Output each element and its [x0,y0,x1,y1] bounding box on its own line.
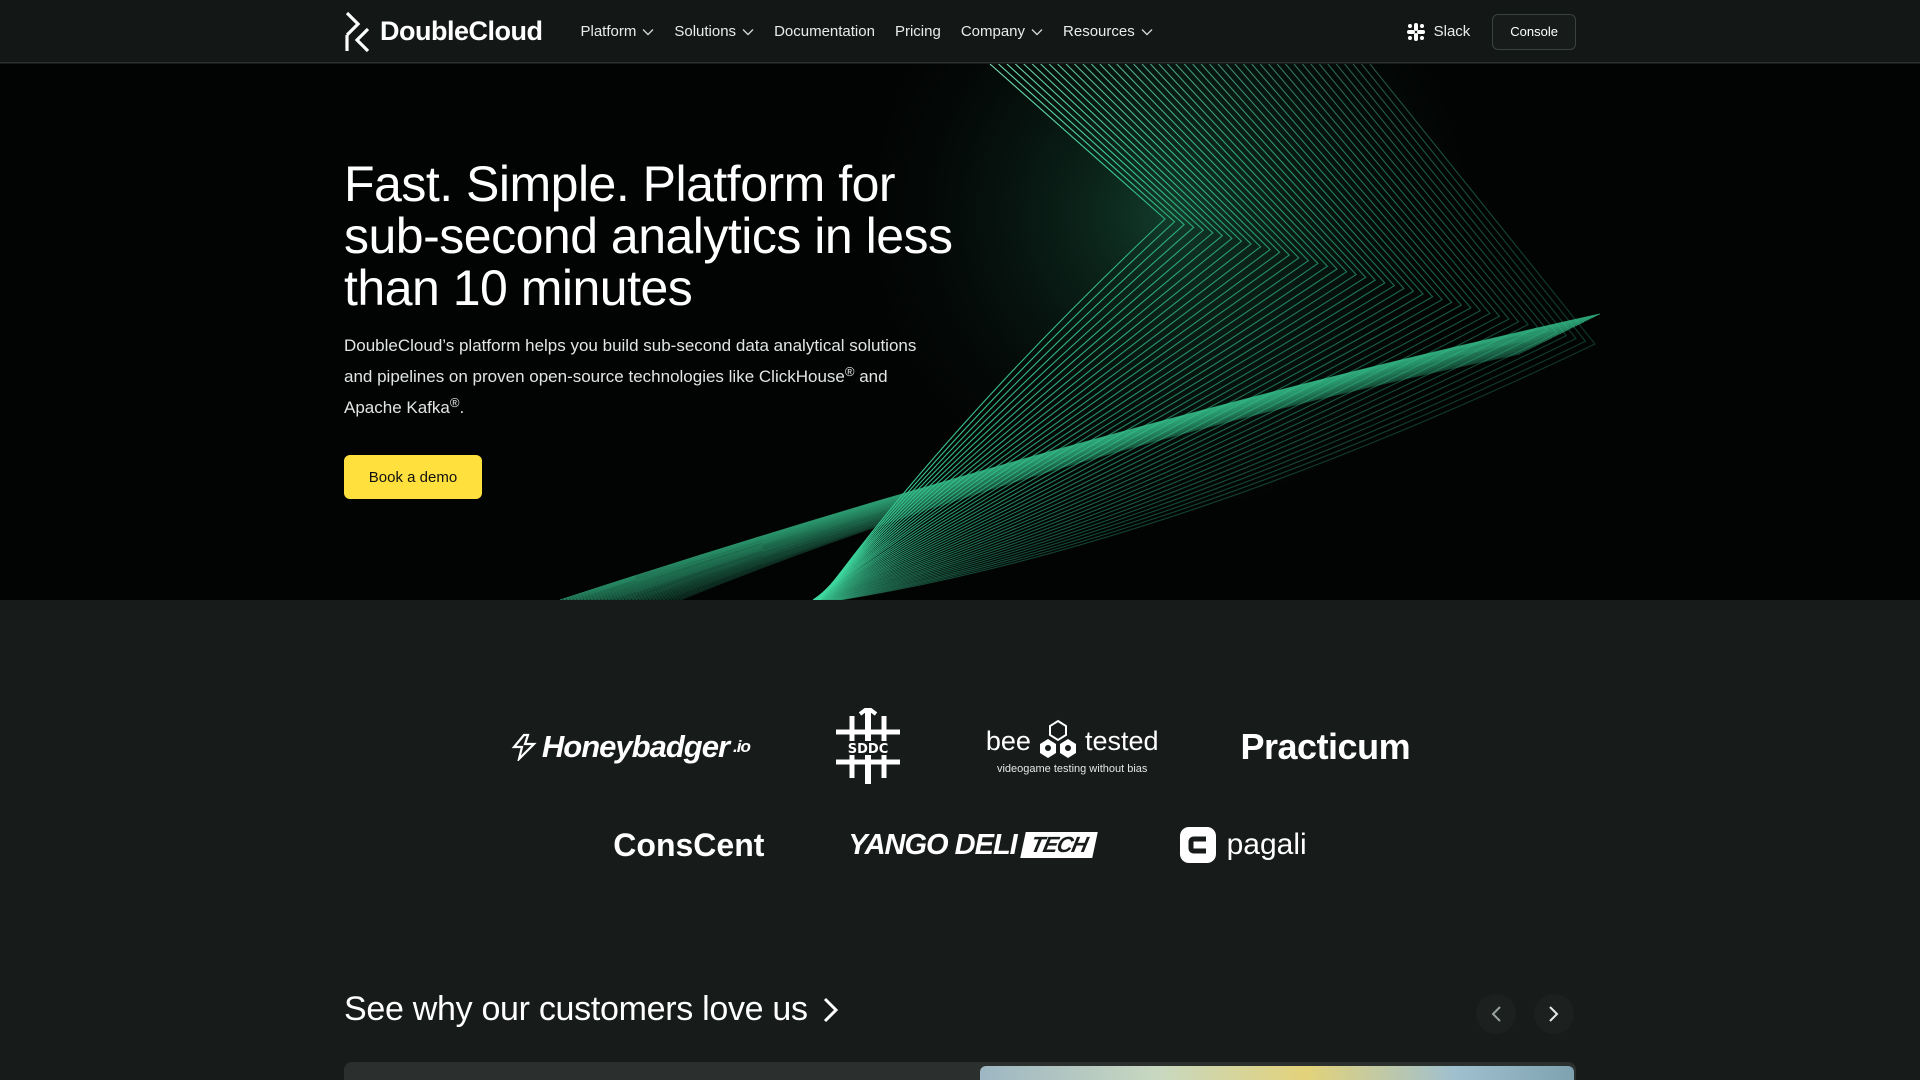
console-button[interactable]: Console [1492,13,1576,50]
nav-item-solutions[interactable]: Solutions [674,23,754,40]
honeybadger-name: Honeybadger [541,729,730,764]
client-logo-practicum: Practicum [1241,726,1411,768]
slack-link[interactable]: Slack [1406,22,1471,42]
hero-desc-part1: DoubleCloud’s platform helps you build s… [344,336,917,386]
customers-title: See why our customers love us [344,990,808,1028]
chevron-right-icon [1549,1006,1559,1022]
chevron-right-icon [823,997,838,1022]
nav-item-documentation[interactable]: Documentation [774,23,875,40]
hero-section: Fast. Simple. Platform for sub-second an… [0,64,1920,600]
client-logos-section: Honeybadger .io SDDC bee tested videogam… [0,600,1920,940]
client-logo-sddc: SDDC [832,708,904,786]
chevron-down-icon [1141,28,1153,35]
sddc-emblem-icon: SDDC [835,708,900,784]
nav-item-company[interactable]: Company [961,23,1043,40]
carousel-next-button[interactable] [1534,994,1574,1034]
conscent-name: ConsCent [613,826,765,863]
beetested-right: tested [1084,725,1159,756]
pagali-logo-icon [1179,827,1216,863]
slack-icon [1406,22,1425,41]
client-logo-beetested: bee tested videogame testing without bia… [986,719,1159,775]
chevron-left-icon [1491,1006,1501,1022]
nav-item-label: Company [960,23,1026,40]
client-logo-pagali: pagali [1179,826,1307,864]
nav-item-label: Resources [1063,23,1135,40]
hero-desc-end: . [459,398,465,417]
testimonial-card[interactable] [344,1062,1576,1080]
client-logo-yango-deli-tech: YANGO DELI TECH [848,828,1098,862]
hero-description: DoubleCloud’s platform helps you build s… [344,330,934,423]
book-demo-button[interactable]: Book a demo [344,455,482,499]
nav-item-platform[interactable]: Platform [580,23,654,40]
beetested-tagline: videogame testing without bias [996,763,1148,775]
main-menu: Platform Solutions Documentation Pricing… [580,23,1153,40]
chevron-down-icon [642,28,654,35]
registered-mark: ® [449,395,460,410]
honeybadger-suffix: .io [733,737,751,756]
nav-item-label: Solutions [674,23,737,40]
nav-item-label: Platform [580,23,637,40]
honeybadger-bolt-icon [511,733,537,761]
brand-name: DoubleCloud [380,16,543,46]
nav-item-resources[interactable]: Resources [1063,23,1153,40]
client-logo-honeybadger: Honeybadger .io [510,729,751,765]
client-logo-conscent: ConsCent [613,827,764,864]
carousel-prev-button[interactable] [1476,994,1516,1034]
brand-logo[interactable]: DoubleCloud [344,11,543,52]
doublecloud-logo-icon [345,11,370,52]
nav-item-label: Documentation [774,23,875,40]
testimonial-image [980,1066,1574,1080]
slack-label: Slack [1433,23,1471,40]
beetested-left: bee [985,725,1031,756]
chevron-down-icon [1031,28,1043,35]
hexagon-cluster-icon [1039,719,1076,758]
yango-name: YANGO DELI [848,828,1017,861]
pagali-name: pagali [1226,828,1307,861]
nav-item-label: Pricing [894,23,941,40]
hero-title: Fast. Simple. Platform for sub-second an… [344,156,953,316]
yango-tech-badge: TECH [1019,832,1098,858]
top-navbar: DoubleCloud Platform Solutions Documenta… [0,0,1920,63]
practicum-name: Practicum [1240,726,1411,767]
customers-heading-link[interactable]: See why our customers love us [344,990,840,1029]
chevron-down-icon [742,28,754,35]
nav-item-pricing[interactable]: Pricing [895,23,941,40]
carousel-controls [1476,994,1574,1034]
sddc-label: SDDC [848,742,889,757]
